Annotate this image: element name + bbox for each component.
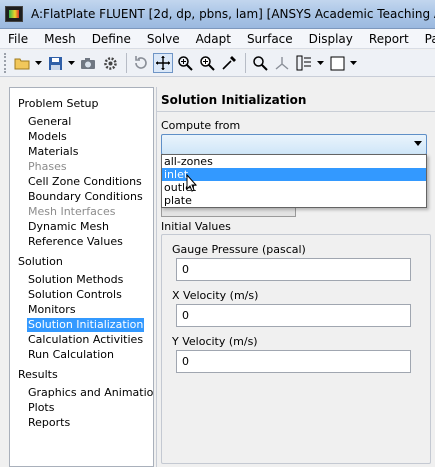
menu-report[interactable]: Report: [361, 29, 417, 48]
menu-display[interactable]: Display: [301, 29, 361, 48]
chevron-down-icon: [414, 141, 422, 146]
compute-from-dropdown[interactable]: [161, 134, 427, 155]
initial-values-group: Gauge Pressure (pascal) 0 X Velocity (m/…: [161, 234, 431, 464]
navigation-pane: Problem Setup General Models Materials P…: [9, 87, 154, 467]
menu-bar: File Mesh Define Solve Adapt Surface Dis…: [0, 29, 435, 49]
gauge-pressure-label: Gauge Pressure (pascal): [172, 243, 306, 256]
initialize-button-fragment[interactable]: [161, 208, 296, 217]
nav-item-reference-values[interactable]: Reference Values: [27, 235, 124, 249]
zoom-fit-icon[interactable]: [250, 53, 270, 73]
initial-values-label: Initial Values: [161, 220, 234, 233]
nav-item-solution-controls[interactable]: Solution Controls: [27, 288, 123, 302]
nav-item-calculation-activities[interactable]: Calculation Activities: [27, 333, 144, 347]
nav-item-plots[interactable]: Plots: [27, 401, 55, 415]
menu-parallel[interactable]: Parallel: [417, 29, 435, 48]
mouse-cursor-icon: [186, 174, 198, 192]
nav-item-cell-zone-conditions[interactable]: Cell Zone Conditions: [27, 175, 143, 189]
pan-icon[interactable]: [153, 53, 173, 73]
nav-item-run-calculation[interactable]: Run Calculation: [27, 348, 115, 362]
axes-icon[interactable]: [272, 53, 292, 73]
y-velocity-field[interactable]: 0: [176, 350, 411, 373]
nav-item-phases: Phases: [28, 160, 67, 173]
toolbar: [0, 50, 435, 77]
gauge-pressure-field[interactable]: 0: [176, 258, 411, 281]
open-folder-icon[interactable]: [12, 53, 32, 73]
probe-icon[interactable]: [219, 53, 239, 73]
toolbar-separator: [245, 53, 246, 73]
nav-item-general[interactable]: General: [27, 115, 72, 129]
nav-item-monitors[interactable]: Monitors: [27, 303, 77, 317]
menu-surface[interactable]: Surface: [239, 29, 301, 48]
task-page: Solution Initialization Compute from Ini…: [156, 87, 435, 467]
window-title-bar[interactable]: A:FlatPlate FLUENT [2d, dp, pbns, lam] […: [0, 0, 435, 29]
nav-item-reports[interactable]: Reports: [27, 416, 71, 430]
layout-icon[interactable]: [294, 53, 314, 73]
nav-section-solution[interactable]: Solution: [18, 255, 63, 268]
title-divider: [157, 111, 435, 112]
nav-item-materials[interactable]: Materials: [27, 145, 79, 159]
nav-item-graphics-and-animations[interactable]: Graphics and Animations: [27, 386, 153, 400]
option-plate[interactable]: plate: [162, 194, 426, 207]
rotate-icon[interactable]: [131, 53, 151, 73]
nav-item-boundary-conditions[interactable]: Boundary Conditions: [27, 190, 144, 204]
settings-icon[interactable]: [100, 53, 120, 73]
option-inlet[interactable]: inlet: [162, 168, 426, 181]
window-title: A:FlatPlate FLUENT [2d, dp, pbns, lam] […: [31, 7, 435, 21]
nav-item-solution-initialization[interactable]: Solution Initialization: [27, 318, 145, 332]
nav-item-solution-methods[interactable]: Solution Methods: [27, 273, 124, 287]
nav-item-mesh-interfaces: Mesh Interfaces: [28, 205, 116, 218]
zoom-icon[interactable]: [175, 53, 195, 73]
menu-mesh[interactable]: Mesh: [36, 29, 84, 48]
option-outlet[interactable]: outlet: [162, 181, 426, 194]
compute-from-label: Compute from: [161, 119, 241, 132]
compute-from-options-list: all-zones inlet outlet plate: [161, 154, 427, 208]
nav-section-results[interactable]: Results: [18, 368, 58, 381]
menu-adapt[interactable]: Adapt: [188, 29, 239, 48]
window-icon[interactable]: [327, 53, 347, 73]
x-velocity-label: X Velocity (m/s): [172, 289, 259, 302]
camera-icon[interactable]: [78, 53, 98, 73]
toolbar-grip[interactable]: [4, 53, 8, 73]
menu-file[interactable]: File: [0, 29, 36, 48]
fluent-app-icon: [5, 6, 23, 22]
nav-item-models[interactable]: Models: [27, 130, 68, 144]
menu-solve[interactable]: Solve: [139, 29, 188, 48]
menu-define[interactable]: Define: [84, 29, 139, 48]
open-dropdown-arrow[interactable]: [34, 53, 43, 73]
toolbar-separator: [126, 53, 127, 73]
y-velocity-label: Y Velocity (m/s): [172, 335, 258, 348]
x-velocity-field[interactable]: 0: [176, 304, 411, 327]
window-dropdown-arrow[interactable]: [349, 53, 358, 73]
save-dropdown-arrow[interactable]: [67, 53, 76, 73]
save-icon[interactable]: [45, 53, 65, 73]
layout-dropdown-arrow[interactable]: [316, 53, 325, 73]
nav-item-dynamic-mesh[interactable]: Dynamic Mesh: [27, 220, 110, 234]
nav-section-problem-setup[interactable]: Problem Setup: [18, 97, 99, 110]
option-all-zones[interactable]: all-zones: [162, 155, 426, 168]
page-title: Solution Initialization: [161, 93, 307, 107]
zoom-in-icon[interactable]: [197, 53, 217, 73]
